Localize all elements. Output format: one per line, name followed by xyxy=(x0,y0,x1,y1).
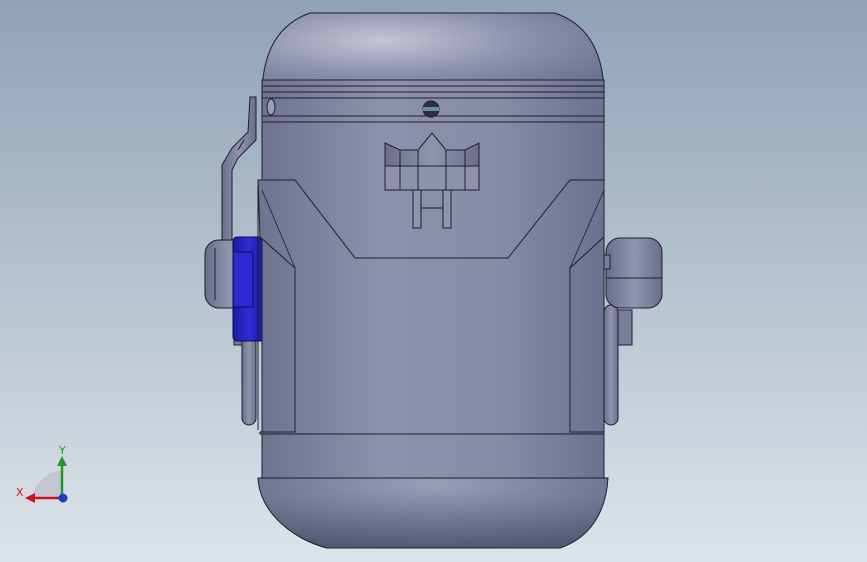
selected-latch-part[interactable] xyxy=(232,236,266,342)
bottom-dome[interactable] xyxy=(257,477,609,549)
pin-hole xyxy=(266,98,276,116)
z-axis-icon xyxy=(58,493,68,503)
screw-icon xyxy=(422,100,440,118)
triad-y-label: Y xyxy=(58,444,66,457)
cad-model[interactable] xyxy=(204,12,663,549)
triad-x-label: X xyxy=(16,486,24,499)
graphics-viewport[interactable]: Y X xyxy=(0,0,867,562)
